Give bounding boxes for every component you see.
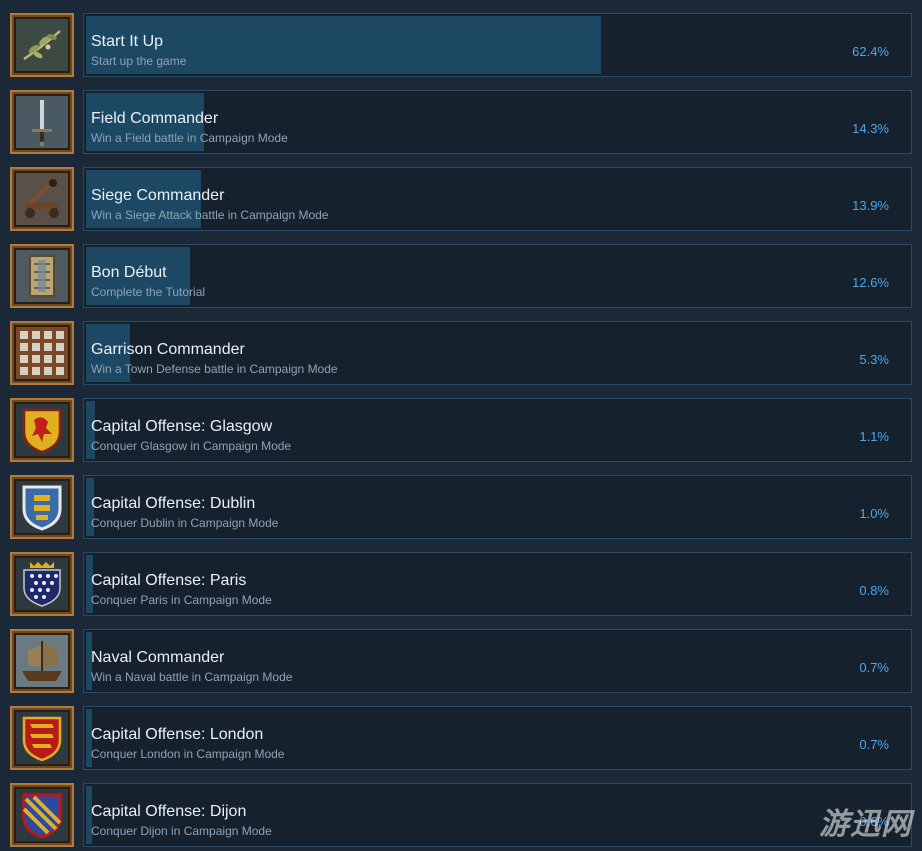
- burgundy-crest-icon: [10, 783, 74, 847]
- england-crest-icon: [10, 706, 74, 770]
- achievement-title: Capital Offense: London: [91, 726, 264, 743]
- achievement-description: Conquer Glasgow in Campaign Mode: [91, 439, 292, 453]
- achievement-title: Capital Offense: Paris: [91, 572, 247, 589]
- achievement-card: Capital Offense: Paris Conquer Paris in …: [83, 552, 912, 616]
- achievement-list: Start It Up Start up the game 62.4% Fiel…: [0, 13, 922, 851]
- achievement-percent: 12.6%: [852, 275, 889, 290]
- achievement-card: Capital Offense: Dublin Conquer Dublin i…: [83, 475, 912, 539]
- achievement-description: Win a Town Defense battle in Campaign Mo…: [91, 362, 338, 376]
- achievement-description: Conquer Dijon in Campaign Mode: [91, 824, 272, 838]
- achievement-row[interactable]: Bon Début Complete the Tutorial 12.6%: [0, 244, 922, 321]
- achievement-title: Start It Up: [91, 33, 164, 50]
- achievement-card: Field Commander Win a Field battle in Ca…: [83, 90, 912, 154]
- achievement-percent: 5.3%: [859, 352, 889, 367]
- achievement-row[interactable]: Capital Offense: Dijon Conquer Dijon in …: [0, 783, 922, 851]
- achievement-card: Capital Offense: Dijon Conquer Dijon in …: [83, 783, 912, 847]
- town-wall-icon: [10, 321, 74, 385]
- achievement-row[interactable]: Capital Offense: Dublin Conquer Dublin i…: [0, 475, 922, 552]
- achievement-row[interactable]: Capital Offense: Glasgow Conquer Glasgow…: [0, 398, 922, 475]
- catapult-icon: [10, 167, 74, 231]
- ireland-crest-icon: [10, 475, 74, 539]
- achievement-row[interactable]: Field Commander Win a Field battle in Ca…: [0, 90, 922, 167]
- achievement-percent: 1.0%: [859, 506, 889, 521]
- achievement-row[interactable]: Garrison Commander Win a Town Defense ba…: [0, 321, 922, 398]
- achievement-percent: 1.1%: [859, 429, 889, 444]
- achievement-description: Win a Siege Attack battle in Campaign Mo…: [91, 208, 329, 222]
- achievement-percent: 0.8%: [859, 583, 889, 598]
- achievement-title: Capital Offense: Glasgow: [91, 418, 273, 435]
- achievement-title: Field Commander: [91, 110, 219, 127]
- achievement-description: Conquer Dublin in Campaign Mode: [91, 516, 279, 530]
- achievement-title: Naval Commander: [91, 649, 225, 666]
- achievement-card: Capital Offense: London Conquer London i…: [83, 706, 912, 770]
- achievement-percent: 0.7%: [859, 737, 889, 752]
- achievement-description: Conquer London in Campaign Mode: [91, 747, 285, 761]
- achievement-title: Capital Offense: Dijon: [91, 803, 247, 820]
- achievement-percent: 14.3%: [852, 121, 889, 136]
- achievement-title: Bon Début: [91, 264, 167, 281]
- achievement-percent: 0.7%: [859, 660, 889, 675]
- sword-icon: [10, 90, 74, 154]
- shield-book-icon: [10, 244, 74, 308]
- achievement-description: Conquer Paris in Campaign Mode: [91, 593, 272, 607]
- achievement-card: Naval Commander Win a Naval battle in Ca…: [83, 629, 912, 693]
- scotland-crest-icon: [10, 398, 74, 462]
- achievement-card: Bon Début Complete the Tutorial 12.6%: [83, 244, 912, 308]
- achievement-card: Start It Up Start up the game 62.4%: [83, 13, 912, 77]
- achievement-title: Garrison Commander: [91, 341, 245, 358]
- olive-branch-icon: [10, 13, 74, 77]
- achievement-row[interactable]: Capital Offense: London Conquer London i…: [0, 706, 922, 783]
- achievement-percent: 62.4%: [852, 44, 889, 59]
- achievement-card: Capital Offense: Glasgow Conquer Glasgow…: [83, 398, 912, 462]
- watermark-logo: 游迅网: [819, 808, 912, 841]
- achievement-description: Complete the Tutorial: [91, 285, 206, 299]
- ship-icon: [10, 629, 74, 693]
- achievement-row[interactable]: Capital Offense: Paris Conquer Paris in …: [0, 552, 922, 629]
- achievement-description: Win a Naval battle in Campaign Mode: [91, 670, 293, 684]
- achievement-percent: 13.9%: [852, 198, 889, 213]
- achievement-card: Siege Commander Win a Siege Attack battl…: [83, 167, 912, 231]
- achievement-row[interactable]: Naval Commander Win a Naval battle in Ca…: [0, 629, 922, 706]
- achievement-title: Capital Offense: Dublin: [91, 495, 256, 512]
- achievement-description: Win a Field battle in Campaign Mode: [91, 131, 288, 145]
- achievement-description: Start up the game: [91, 54, 187, 68]
- france-crest-icon: [10, 552, 74, 616]
- achievement-title: Siege Commander: [91, 187, 225, 204]
- achievement-row[interactable]: Start It Up Start up the game 62.4%: [0, 13, 922, 90]
- achievement-row[interactable]: Siege Commander Win a Siege Attack battl…: [0, 167, 922, 244]
- achievement-card: Garrison Commander Win a Town Defense ba…: [83, 321, 912, 385]
